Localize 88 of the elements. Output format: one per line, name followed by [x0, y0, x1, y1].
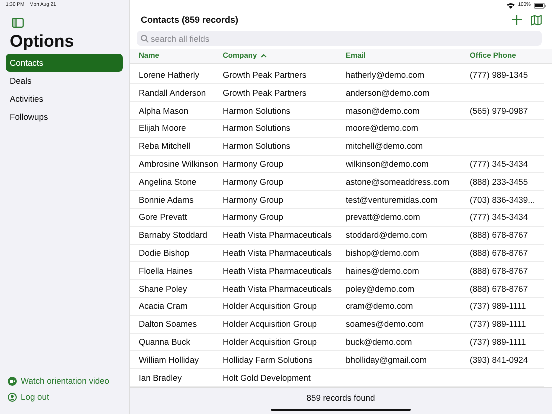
table-cell-text: Quanna Buck: [139, 337, 192, 347]
table-cell-text: William Holliday: [139, 354, 200, 365]
table-cell-text: Gore Prevatt: [139, 212, 188, 222]
table-cell-text: (777) 345-3434: [470, 212, 530, 222]
link[interactable]: Watch orientation video: [21, 376, 110, 386]
table-cell-text: Alpha Mason: [139, 106, 190, 116]
table-cell-text: haines@demo.com: [346, 266, 420, 276]
table-cell-text: wilkinson@demo.com: [346, 159, 430, 170]
table-cell-text: cram@demo.com: [346, 301, 414, 312]
sidebar-item[interactable]: Followups: [6, 108, 123, 126]
table-cell-text: Holliday Farm Solutions: [223, 354, 314, 365]
table-cell-text: test@venturemidas.com: [346, 194, 439, 205]
battery-icon: [534, 2, 546, 8]
table-cell-text: Harmon Solutions: [223, 123, 292, 134]
video-icon: [8, 376, 17, 386]
table-cell-text: (777) 345-3434: [470, 159, 530, 170]
table-cell-text: Heath Vista Pharmaceuticals: [223, 230, 333, 240]
table-cell-text: (777) 989-1345: [470, 70, 530, 80]
sidebar-item[interactable]: Activities: [6, 90, 123, 108]
sidebar-title: Options: [10, 32, 76, 52]
table-cell-text: Heath Vista Pharmaceuticals: [223, 248, 333, 258]
table-cell-text: Ambrosine Wilkinson: [139, 159, 220, 170]
table-cell-text: bholliday@gmail.com: [346, 354, 428, 365]
sidebar-item[interactable]: Contacts: [6, 54, 123, 72]
table-cell-text: mitchell@demo.com: [346, 141, 424, 152]
table-cell-text: Elijah Moore: [139, 123, 188, 134]
link[interactable]: Log out: [21, 392, 50, 402]
table-cell-text: buck@demo.com: [346, 337, 414, 347]
table-cell-text: (888) 678-8767: [470, 284, 530, 294]
table-cell-text: Barnaby Stoddard: [139, 230, 209, 240]
table-cell-text: Harmony Group: [223, 212, 284, 222]
table-cell-text: Ian Bradley: [139, 372, 183, 383]
table-cell-text: moore@demo.com: [346, 123, 420, 134]
table-cell-text: Bonnie Adams: [139, 194, 195, 205]
table-cell-text: Randall Anderson: [139, 88, 208, 98]
wifi-icon: [507, 2, 516, 8]
table-cell-text: (703) 836-3439...: [470, 194, 536, 205]
table-cell-text: Dalton Soames: [139, 319, 198, 330]
table-cell-text: Harmony Group: [223, 159, 284, 170]
table-cell-text: (888) 233-3455: [470, 176, 530, 187]
table-cell-text: Acacia Cram: [139, 301, 189, 312]
sidebar-toggle-button[interactable]: [12, 18, 24, 28]
person-icon: [8, 392, 17, 402]
table-cell-text: bishop@demo.com: [346, 248, 420, 258]
table-cell-text: Harmony Group: [223, 194, 284, 205]
table-cell-text: Holder Acquisition Group: [223, 337, 318, 347]
table-cell-text: (565) 979-0987: [470, 106, 530, 116]
table-cell-text: mason@demo.com: [346, 106, 421, 116]
add-button[interactable]: [512, 15, 522, 25]
table-cell-text: Holder Acquisition Group: [223, 319, 318, 330]
table-cell-text: astone@someaddress.com: [346, 176, 451, 187]
table-cell-text: Holder Acquisition Group: [223, 301, 318, 312]
table-cell-text: (888) 678-8767: [470, 230, 530, 240]
table-cell-text: (888) 678-8767: [470, 266, 530, 276]
table-cell-text: Lorene Hatherly: [139, 70, 200, 80]
table-cell-text: soames@demo.com: [346, 319, 426, 330]
map-icon: [531, 14, 542, 26]
sidebar-item[interactable]: Deals: [6, 72, 123, 90]
table-cell-text: (888) 678-8767: [470, 248, 530, 258]
table-cell-text: Dodie Bishop: [139, 248, 191, 258]
table-cell-text: (737) 989-1111: [470, 319, 528, 330]
table-cell-text: Heath Vista Pharmaceuticals: [223, 266, 333, 276]
table-cell-text: anderson@demo.com: [346, 88, 431, 98]
table-cell-text: Harmony Group: [223, 176, 284, 187]
table-cell-text: Heath Vista Pharmaceuticals: [223, 284, 333, 294]
table-cell-text: stoddard@demo.com: [346, 230, 428, 240]
table-cell-text: (393) 841-0924: [470, 354, 530, 365]
list-title: Contacts (859 records): [141, 15, 239, 25]
table-cell-text: (737) 989-1111: [470, 337, 528, 347]
table-cell-text: Reba Mitchell: [139, 141, 192, 152]
table-cell-text: hatherly@demo.com: [346, 70, 426, 80]
record-count: 859 records found: [306, 393, 376, 403]
table-cell-text: Harmon Solutions: [223, 141, 292, 152]
table-cell-text: Harmon Solutions: [223, 106, 292, 116]
table-cell-text: (737) 989-1111: [470, 301, 528, 312]
table-cell-text: poley@demo.com: [346, 284, 416, 294]
table-cell-text: Growth Peak Partners: [223, 88, 308, 98]
table-cell-text: prevatt@demo.com: [346, 212, 422, 222]
search-icon: [141, 34, 149, 42]
map-button[interactable]: [531, 14, 542, 26]
table-cell-text: Shane Poley: [139, 284, 188, 294]
table-cell-text: Growth Peak Partners: [223, 70, 308, 80]
table-cell-text: Floella Haines: [139, 266, 194, 276]
plus-icon: [512, 15, 522, 25]
sidebar-icon: [12, 18, 24, 28]
table-cell-text: Holt Gold Development: [223, 372, 312, 383]
table-cell-text: Angelina Stone: [139, 176, 198, 187]
search-field[interactable]: search all fields: [137, 31, 542, 46]
